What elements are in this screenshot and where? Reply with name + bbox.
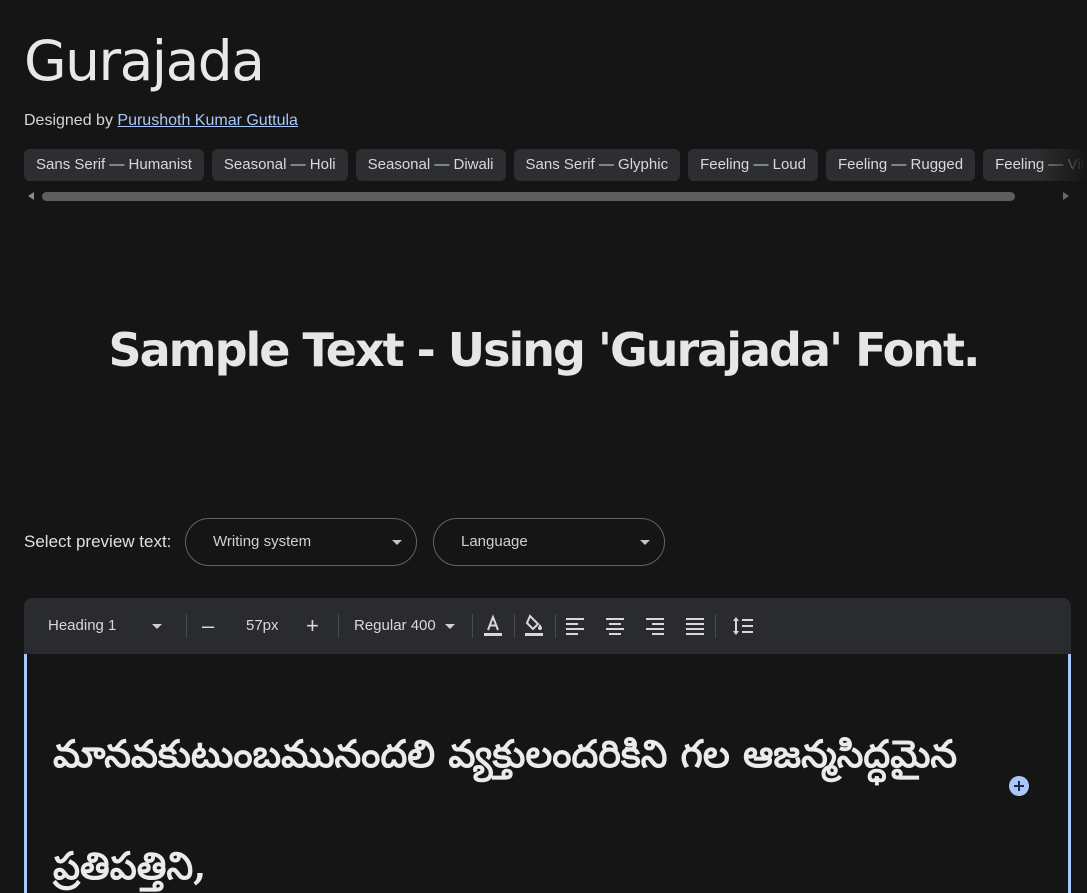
align-justify-icon[interactable]: [682, 612, 708, 640]
font-size-value[interactable]: 57px: [246, 598, 290, 654]
chevron-down-icon: [445, 624, 455, 629]
language-select[interactable]: Language: [433, 518, 665, 566]
designer-credit: Designed by Purushoth Kumar Guttula: [24, 111, 298, 131]
chevron-down-icon: [392, 540, 402, 545]
tag-chip[interactable]: Seasonal — Holi: [211, 149, 348, 181]
preview-text[interactable]: మానవకుటుంబమునందలి వ్యక్తులందరికిని గల ఆజ…: [53, 698, 993, 893]
writing-system-value: Writing system: [213, 533, 312, 550]
increase-size-button[interactable]: +: [306, 598, 326, 654]
tag-chip-list: Sans Serif — Humanist Seasonal — Holi Se…: [24, 149, 1087, 181]
tag-chip[interactable]: Feeling — Rugged: [825, 149, 976, 181]
align-center-icon[interactable]: [602, 612, 628, 640]
add-circle-icon[interactable]: [1009, 776, 1029, 796]
scroll-right-icon[interactable]: [1063, 192, 1069, 200]
editor-toolbar: Heading 1 – 57px + Regular 400: [24, 598, 1071, 654]
text-style-value: Heading 1: [48, 617, 117, 634]
align-right-icon[interactable]: [642, 612, 668, 640]
font-weight-dropdown[interactable]: Regular 400: [354, 598, 460, 654]
sample-heading: Sample Text - Using 'Gurajada' Font.: [108, 323, 980, 377]
chips-scrollbar[interactable]: [24, 190, 1073, 202]
toolbar-divider: [472, 614, 473, 638]
fill-color-icon[interactable]: [521, 612, 547, 640]
writing-system-select[interactable]: Writing system: [185, 518, 417, 566]
scrollbar-thumb[interactable]: [42, 192, 1015, 201]
chip-fade-overlay: [1037, 149, 1087, 181]
tag-chip[interactable]: Seasonal — Diwali: [355, 149, 506, 181]
decrease-size-button[interactable]: –: [202, 598, 222, 654]
font-title: Gurajada: [24, 29, 265, 93]
text-color-icon[interactable]: [480, 612, 506, 640]
chevron-down-icon: [152, 624, 162, 629]
font-page: Gurajada Designed by Purushoth Kumar Gut…: [0, 0, 1087, 893]
align-left-icon[interactable]: [562, 612, 588, 640]
tag-chip[interactable]: Feeling — Loud: [688, 149, 818, 181]
line-spacing-icon[interactable]: [730, 612, 756, 640]
preview-text-label: Select preview text:: [24, 532, 172, 551]
toolbar-divider: [715, 614, 716, 638]
font-weight-value: Regular 400: [354, 617, 436, 634]
designed-by-label: Designed by: [24, 112, 113, 129]
toolbar-divider: [514, 614, 515, 638]
toolbar-divider: [555, 614, 556, 638]
toolbar-divider: [338, 614, 339, 638]
text-style-dropdown[interactable]: Heading 1: [48, 598, 168, 654]
language-value: Language: [461, 533, 528, 550]
tag-chip[interactable]: Sans Serif — Glyphic: [513, 149, 681, 181]
designer-link[interactable]: Purushoth Kumar Guttula: [117, 112, 298, 129]
tag-chip[interactable]: Sans Serif — Humanist: [24, 149, 204, 181]
scroll-left-icon[interactable]: [28, 192, 34, 200]
preview-text-editor[interactable]: మానవకుటుంబమునందలి వ్యక్తులందరికిని గల ఆజ…: [24, 654, 1071, 893]
chevron-down-icon: [640, 540, 650, 545]
toolbar-divider: [186, 614, 187, 638]
